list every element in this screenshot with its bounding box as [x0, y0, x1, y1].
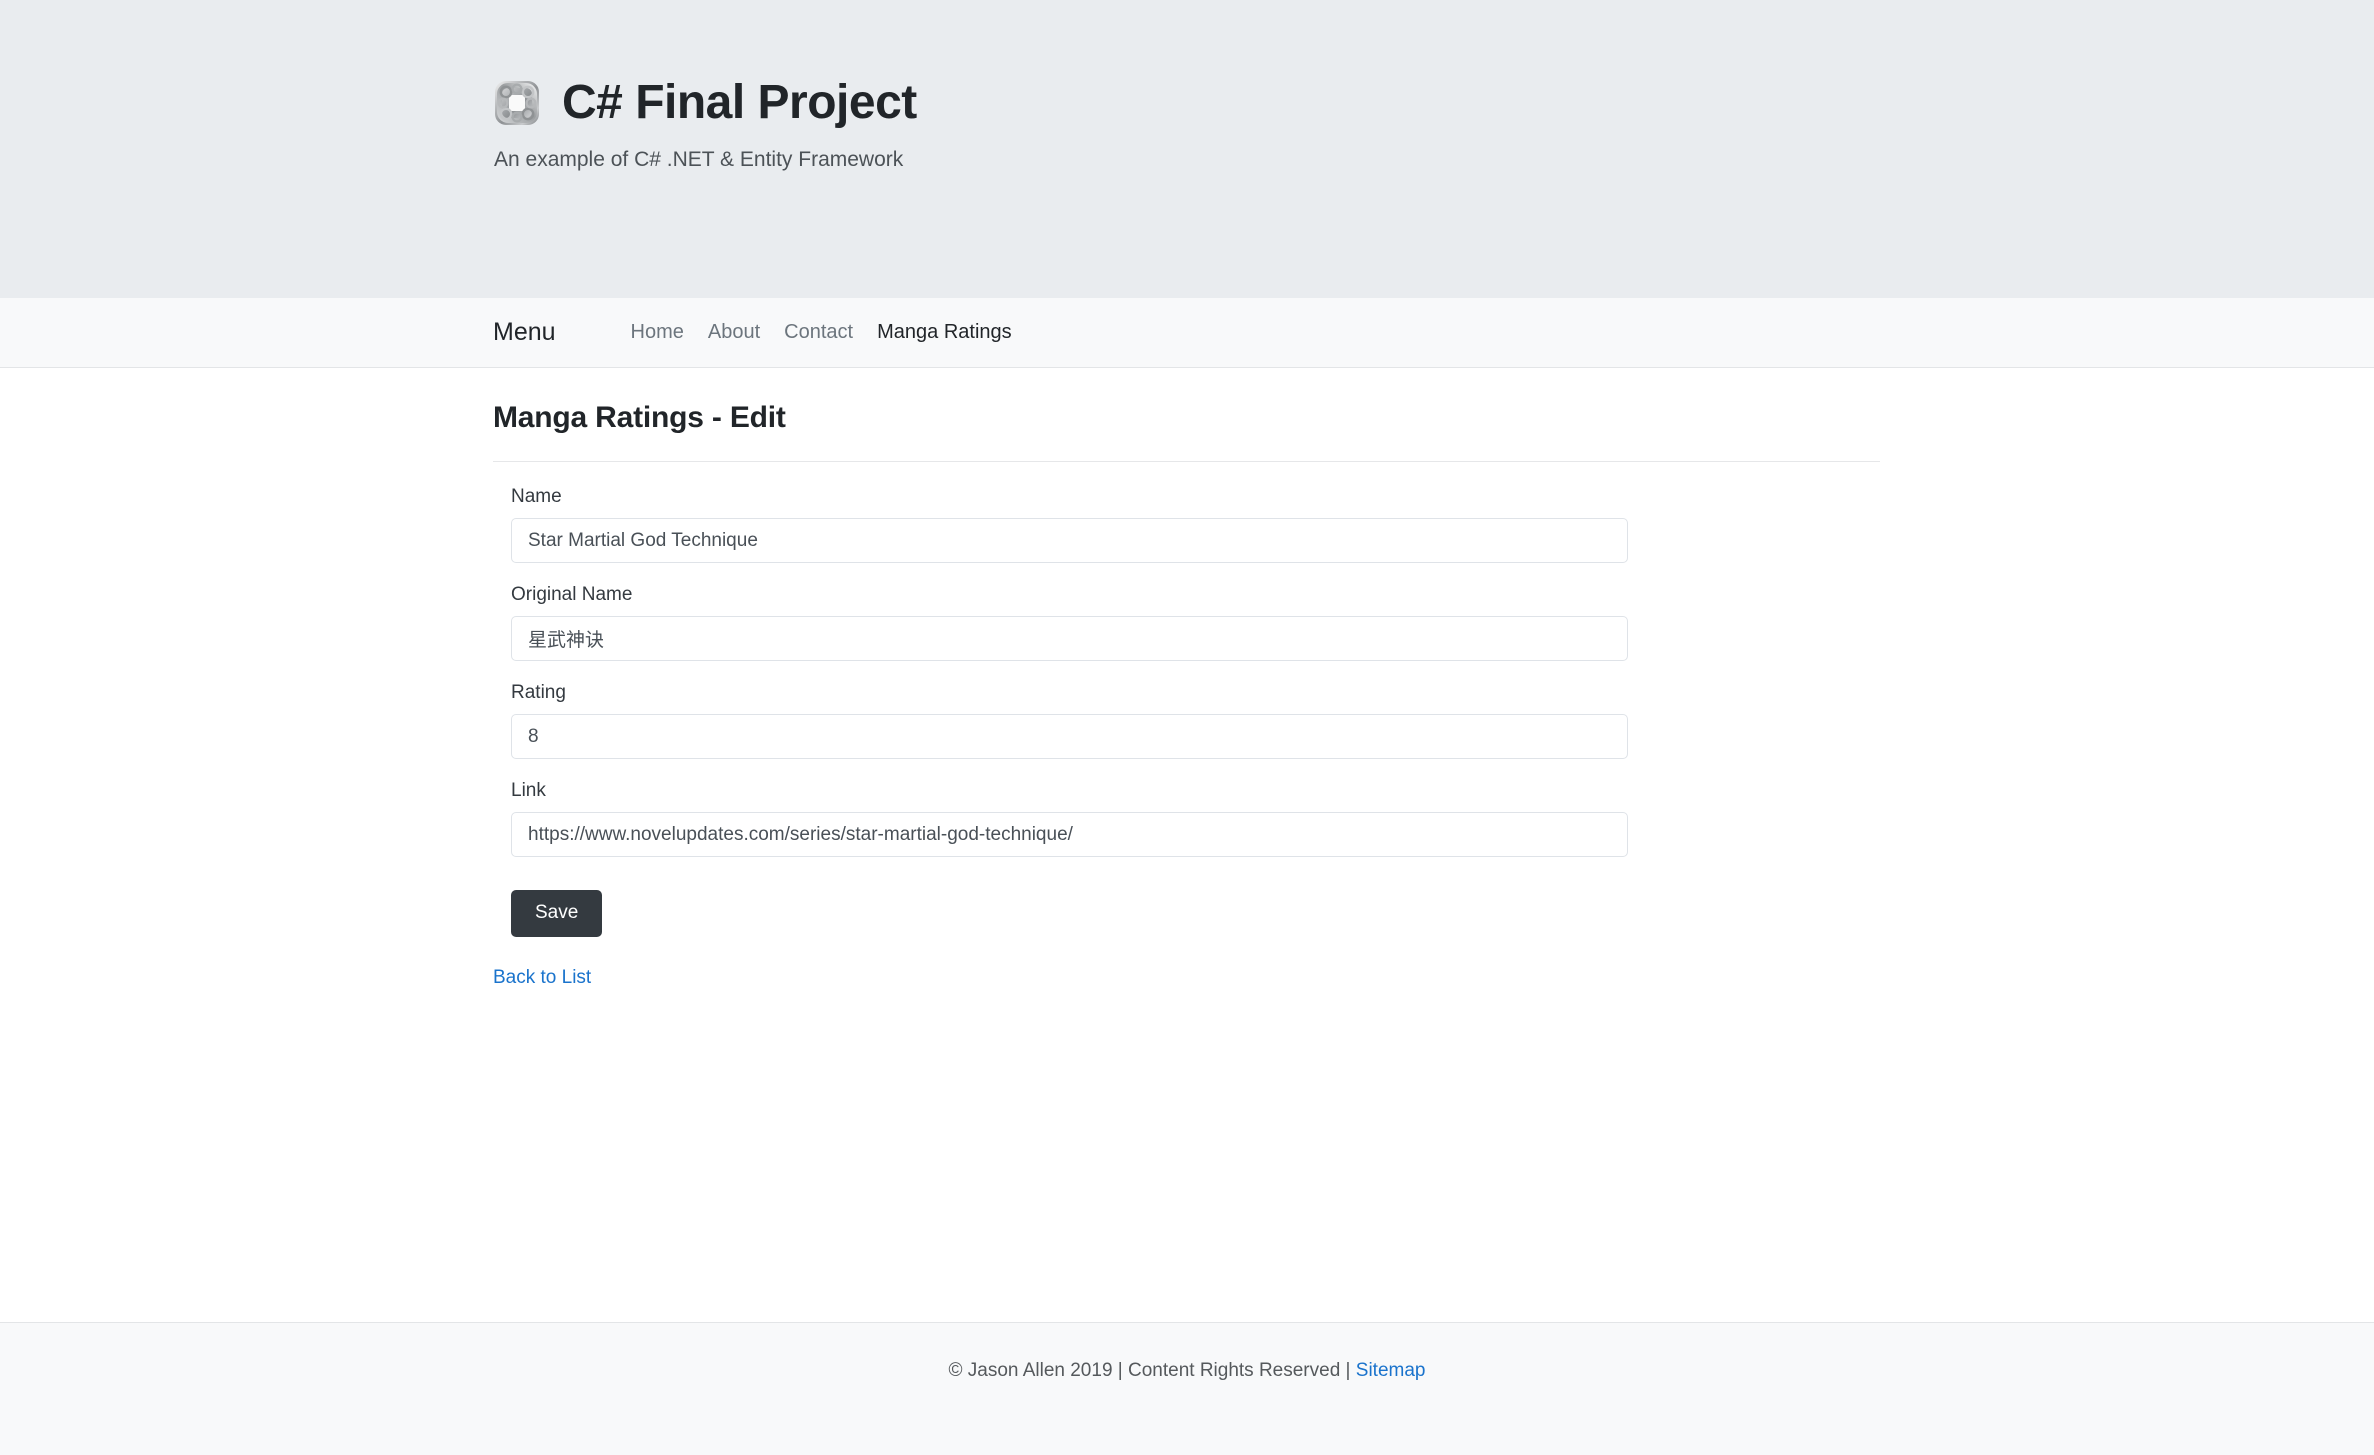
nav-item-about: About	[696, 321, 772, 344]
navbar-inner: Menu Home About Contact Manga Ratings	[492, 298, 1882, 367]
footer-copyright-text: © Jason Allen 2019 | Content Rights Rese…	[948, 1360, 1356, 1381]
masthead-inner: C# Final Project An example of C# .NET &…	[492, 0, 1882, 172]
brand-row: C# Final Project	[493, 76, 1882, 129]
page-brand-title: C# Final Project	[562, 76, 917, 129]
form-group-original-name: Original Name	[511, 584, 1882, 661]
footer-inner: © Jason Allen 2019 | Content Rights Rese…	[492, 1323, 1882, 1382]
interlocking-rings-logo-icon	[493, 79, 541, 127]
page-title: Manga Ratings - Edit	[493, 401, 786, 434]
nav-item-manga-ratings: Manga Ratings	[865, 321, 1024, 344]
page-root: C# Final Project An example of C# .NET &…	[0, 0, 2374, 1455]
nav-link-home[interactable]: Home	[619, 321, 696, 344]
original-name-input[interactable]	[511, 616, 1628, 661]
back-link-row: Back to List	[493, 967, 1882, 989]
navbar-nav-list: Home About Contact Manga Ratings	[619, 321, 1024, 344]
content-container: Manga Ratings - Edit Name Original Name …	[492, 368, 1882, 989]
label-rating: Rating	[511, 682, 566, 703]
name-input[interactable]	[511, 518, 1628, 563]
nav-link-about[interactable]: About	[696, 321, 772, 344]
footer-sitemap-link[interactable]: Sitemap	[1356, 1360, 1426, 1381]
back-to-list-link[interactable]: Back to List	[493, 967, 591, 988]
link-input[interactable]	[511, 812, 1628, 857]
rating-input[interactable]	[511, 714, 1628, 759]
masthead: C# Final Project An example of C# .NET &…	[0, 0, 2374, 298]
navbar-brand-menu[interactable]: Menu	[493, 318, 556, 347]
nav-item-contact: Contact	[772, 321, 865, 344]
label-name: Name	[511, 486, 562, 507]
label-link: Link	[511, 780, 546, 801]
main-navbar: Menu Home About Contact Manga Ratings	[0, 298, 2374, 368]
nav-link-contact[interactable]: Contact	[772, 321, 865, 344]
nav-item-home: Home	[619, 321, 696, 344]
manga-edit-form: Name Original Name Rating Link Save	[493, 462, 1882, 937]
page-footer: © Jason Allen 2019 | Content Rights Rese…	[0, 1322, 2374, 1455]
save-button[interactable]: Save	[511, 890, 603, 937]
label-original-name: Original Name	[511, 584, 633, 605]
form-group-name: Name	[511, 486, 1882, 563]
form-group-rating: Rating	[511, 682, 1882, 759]
nav-link-manga-ratings[interactable]: Manga Ratings	[865, 321, 1024, 344]
form-group-link: Link	[511, 780, 1882, 857]
page-brand-subtitle: An example of C# .NET & Entity Framework	[494, 148, 904, 172]
main-content: Manga Ratings - Edit Name Original Name …	[0, 368, 2374, 1322]
